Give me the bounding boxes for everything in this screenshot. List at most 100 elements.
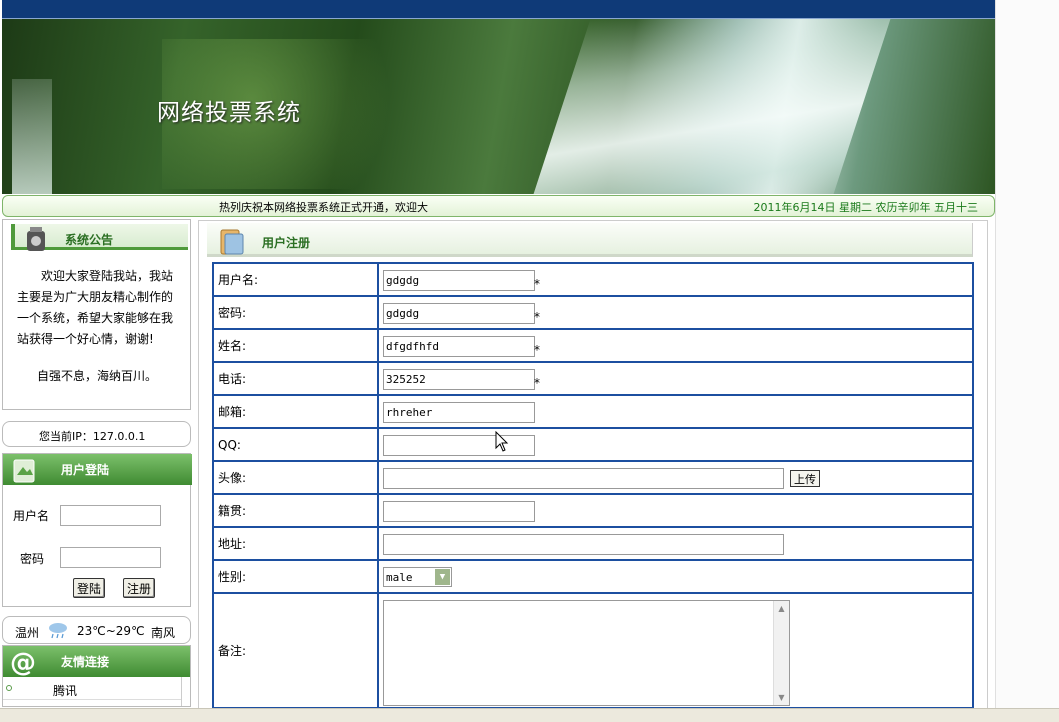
at-sign-icon: @ xyxy=(10,648,36,677)
qq-cell xyxy=(377,427,974,462)
form-row-password: 密码: gdgdg * xyxy=(212,295,974,330)
login-header: 用户登陆 xyxy=(3,454,192,485)
password-label: 密码: xyxy=(212,295,379,330)
bullet-icon xyxy=(6,685,12,691)
page: 网络投票系统 热列庆祝本网络投票系统正式开通，欢迎大 2011年6月14日 星期… xyxy=(0,0,1059,722)
remark-label: 备注: xyxy=(212,592,379,709)
phone-cell: 325252 * xyxy=(377,361,974,396)
qq-input[interactable] xyxy=(383,435,535,456)
register-title: 用户注册 xyxy=(262,236,311,250)
name-label: 姓名: xyxy=(212,328,379,363)
register-header: 用户注册 xyxy=(207,223,973,257)
qq-label: QQ: xyxy=(212,427,379,462)
username-label: 用户名: xyxy=(212,262,379,297)
form-row-qq: QQ: xyxy=(212,427,974,462)
chevron-down-icon[interactable]: ▼ xyxy=(435,569,450,585)
password-input[interactable]: gdgdg xyxy=(383,303,535,324)
window-margin xyxy=(995,0,1059,708)
hometown-label: 籍贯: xyxy=(212,493,379,528)
links-title: 友情连接 xyxy=(61,655,110,669)
login-button[interactable]: 登陆 xyxy=(73,578,106,598)
login-icon xyxy=(13,459,35,483)
avatar-label: 头像: xyxy=(212,460,379,495)
form-row-hometown: 籍贯: xyxy=(212,493,974,528)
email-input[interactable]: rhreher xyxy=(383,402,535,423)
weather-wind: 南风 xyxy=(151,626,176,640)
textarea-scrollbar[interactable]: ▲ ▼ xyxy=(773,601,789,705)
remark-cell: ▲ ▼ xyxy=(377,592,974,709)
username-input[interactable]: gdgdg xyxy=(383,270,535,291)
links-header: @ 友情连接 xyxy=(3,646,190,677)
address-cell xyxy=(377,526,974,561)
weather-panel: 温州 23℃~29℃ 南风 xyxy=(2,616,191,644)
address-label: 地址: xyxy=(212,526,379,561)
required-mark: * xyxy=(534,310,540,324)
notice-motto: 自强不息，海纳百川。 xyxy=(36,369,157,383)
required-mark: * xyxy=(534,277,540,291)
password-cell: gdgdg * xyxy=(377,295,974,330)
mouse-cursor-icon xyxy=(495,431,509,452)
scroll-down-icon[interactable]: ▼ xyxy=(776,692,787,703)
svg-text:@: @ xyxy=(10,648,36,677)
required-mark: * xyxy=(534,343,540,357)
gender-label: 性别: xyxy=(212,559,379,594)
banner-waterfall xyxy=(533,19,891,194)
link-label[interactable]: 腾讯 xyxy=(53,682,77,699)
register-form: 用户名: gdgdg * 密码: gdgdg * 姓名: dfgdfhfd * … xyxy=(212,262,974,709)
avatar-input[interactable] xyxy=(383,468,784,489)
banner: 网络投票系统 xyxy=(2,19,995,194)
required-mark: * xyxy=(534,376,540,390)
phone-input[interactable]: 325252 xyxy=(383,369,535,390)
name-input[interactable]: dfgdfhfd xyxy=(383,336,535,357)
ip-panel: 您当前IP：127.0.0.1 xyxy=(2,421,191,447)
gender-cell: male ▼ xyxy=(377,559,974,594)
form-row-address: 地址: xyxy=(212,526,974,561)
login-panel: 用户登陆 用户名 密码 登陆 注册 xyxy=(2,453,192,607)
address-input[interactable] xyxy=(383,534,784,555)
divider xyxy=(181,677,182,706)
cloud-rain-icon xyxy=(49,623,67,639)
upload-button[interactable]: 上传 xyxy=(790,470,820,487)
marquee-message: 热列庆祝本网络投票系统正式开通，欢迎大 xyxy=(219,201,428,214)
notice-panel: 系统公告 欢迎大家登陆我站，我站主要是为广大朋友精心制作的一个系统，希望大家能够… xyxy=(2,219,191,410)
top-nav-bar xyxy=(2,0,995,19)
weather-temp: 23℃~29℃ xyxy=(77,624,145,638)
links-panel: @ 友情连接 腾讯 xyxy=(2,645,191,707)
login-title: 用户登陆 xyxy=(61,463,110,477)
form-row-remark: 备注: ▲ ▼ xyxy=(212,592,974,709)
notice-header: 系统公告 xyxy=(11,224,188,251)
remark-textarea[interactable]: ▲ ▼ xyxy=(383,600,790,706)
hometown-cell xyxy=(377,493,974,528)
email-cell: rhreher xyxy=(377,394,974,429)
form-row-phone: 电话: 325252 * xyxy=(212,361,974,396)
email-label: 邮箱: xyxy=(212,394,379,429)
phone-label: 电话: xyxy=(212,361,379,396)
form-row-email: 邮箱: rhreher xyxy=(212,394,974,429)
login-password-label: 密码 xyxy=(20,552,45,566)
login-username-input[interactable] xyxy=(60,505,161,526)
banner-waterfall-small xyxy=(12,79,52,194)
register-icon xyxy=(220,229,244,255)
status-bar xyxy=(0,708,1059,722)
form-row-name: 姓名: dfgdfhfd * xyxy=(212,328,974,363)
ip-text: 您当前IP：127.0.0.1 xyxy=(39,430,146,443)
hometown-input[interactable] xyxy=(383,501,535,522)
form-row-gender: 性别: male ▼ xyxy=(212,559,974,594)
login-password-input[interactable] xyxy=(60,547,161,568)
avatar-cell: 上传 xyxy=(377,460,974,495)
gender-value: male xyxy=(386,571,413,584)
site-title: 网络投票系统 xyxy=(157,100,301,126)
notice-icon xyxy=(27,227,45,251)
username-cell: gdgdg * xyxy=(377,262,974,297)
notice-body: 欢迎大家登陆我站，我站主要是为广大朋友精心制作的一个系统，希望大家能够在我站获得… xyxy=(17,269,174,346)
notice-title: 系统公告 xyxy=(65,233,114,247)
date-display: 2011年6月14日 星期二 农历辛卯年 五月十三 xyxy=(753,201,978,214)
register-button[interactable]: 注册 xyxy=(123,578,156,598)
scroll-up-icon[interactable]: ▲ xyxy=(776,603,787,614)
weather-city: 温州 xyxy=(15,626,40,640)
link-item[interactable]: 腾讯 xyxy=(3,678,181,700)
form-row-username: 用户名: gdgdg * xyxy=(212,262,974,297)
name-cell: dfgdfhfd * xyxy=(377,328,974,363)
gender-select[interactable]: male ▼ xyxy=(383,567,452,587)
announcement-bar: 热列庆祝本网络投票系统正式开通，欢迎大 2011年6月14日 星期二 农历辛卯年… xyxy=(2,195,995,217)
